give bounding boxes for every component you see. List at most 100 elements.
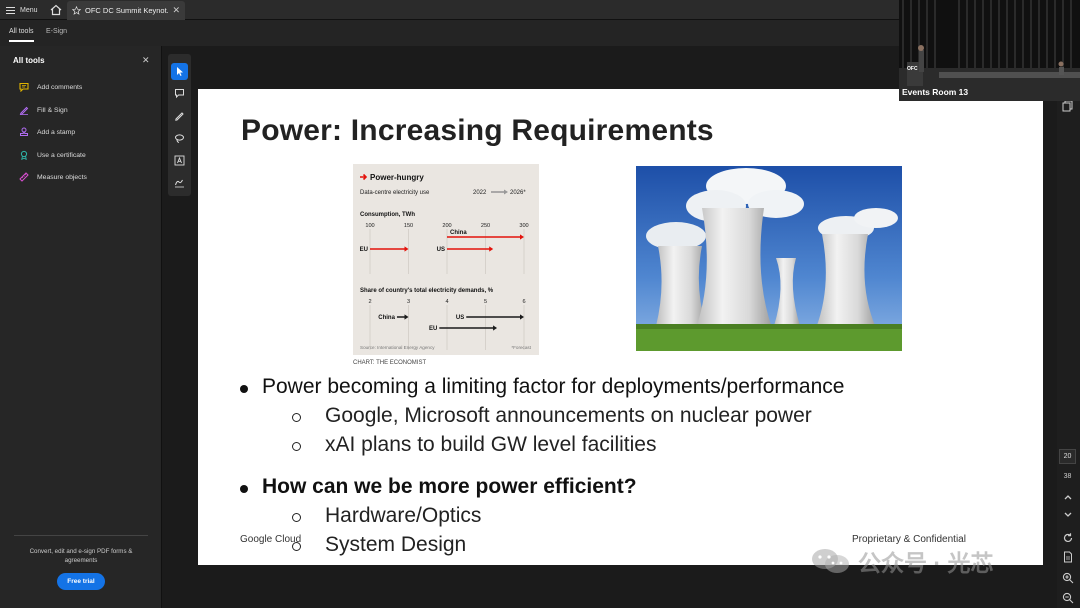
- chart-source: Source: International Energy Agency: [360, 345, 435, 350]
- tick-label: 2: [368, 299, 371, 305]
- tool-use-certificate[interactable]: Use a certificate: [19, 148, 86, 162]
- panel-label: Consumption, TWh: [360, 212, 415, 218]
- tick-label: 100: [365, 223, 374, 229]
- chart-subtitle: Data-centre electricity use: [360, 190, 430, 196]
- bullet-dot: [240, 485, 248, 493]
- tick-label: 3: [407, 299, 410, 305]
- select-tool-button[interactable]: [171, 63, 188, 80]
- bullet-1-text: Power becoming a limiting factor for dep…: [262, 375, 845, 398]
- comment-icon: [19, 82, 29, 92]
- tool-add-stamp[interactable]: Add a stamp: [19, 125, 75, 139]
- tick-label: 200: [442, 223, 451, 229]
- toolbar-strip: [162, 20, 902, 46]
- series-label: China: [378, 315, 395, 321]
- tick-label: 6: [522, 299, 525, 305]
- page-total: 38: [1063, 473, 1072, 480]
- free-trial-button[interactable]: Free trial: [57, 573, 105, 590]
- close-tab-icon[interactable]: ✕: [172, 5, 180, 16]
- sub-bullet-ring: [292, 442, 301, 451]
- all-tools-panel: All tools ✕ Add comments Fill & Sign Add…: [0, 46, 162, 608]
- cursor-icon: [177, 67, 183, 76]
- tick-label: 300: [519, 223, 528, 229]
- chart-title: Power-hungry: [370, 173, 424, 182]
- wechat-icon: [812, 549, 849, 573]
- legend-end: 2026*: [510, 190, 526, 196]
- tab-all-tools[interactable]: All tools: [9, 28, 34, 42]
- panel-label: Share of country's total electricity dem…: [360, 288, 494, 294]
- zoom-out-icon[interactable]: [1062, 592, 1074, 604]
- tick-label: 4: [445, 299, 448, 305]
- comment-tool-button[interactable]: [171, 85, 188, 102]
- room-label: Events Room 13: [902, 87, 969, 97]
- certificate-icon: [20, 150, 28, 160]
- bullet-2-sub-2: System Design: [325, 533, 467, 556]
- zoom-in-icon[interactable]: [1062, 572, 1074, 584]
- legend-start: 2022: [473, 190, 487, 196]
- chevron-up-icon[interactable]: [1062, 491, 1074, 503]
- cooling-towers-photo: [636, 166, 902, 351]
- sub-bullet-ring: [292, 413, 301, 422]
- document-tab[interactable]: OFC DC Summit Keynot... ✕: [67, 1, 185, 20]
- tools-tab-row: All tools E-Sign: [0, 20, 162, 46]
- signature-icon: [175, 179, 184, 188]
- tool-label: Add comments: [37, 83, 83, 91]
- tab-e-sign[interactable]: E-Sign: [46, 28, 67, 35]
- document-edit-icon[interactable]: [1062, 551, 1074, 563]
- slide-title: Power: Increasing Requirements: [241, 114, 714, 147]
- chart-credit: CHART: THE ECONOMIST: [353, 360, 427, 366]
- presentation-slide: Power: Increasing Requirements Power-hun…: [198, 89, 1043, 565]
- tool-measure-objects[interactable]: Measure objects: [19, 170, 87, 184]
- series-label: US: [456, 315, 464, 321]
- text-tool-button[interactable]: [171, 152, 188, 169]
- copy-icon[interactable]: [1062, 100, 1074, 112]
- star-icon[interactable]: [72, 6, 81, 15]
- promo-text: Convert, edit and e-sign PDF forms & agr…: [29, 548, 133, 564]
- right-rail: [1057, 46, 1080, 608]
- tool-label: Add a stamp: [37, 128, 76, 136]
- text-box-icon: [174, 155, 185, 166]
- stage-scene: [899, 0, 1080, 101]
- tool-fill-sign[interactable]: Fill & Sign: [19, 103, 68, 117]
- divider: [14, 535, 148, 536]
- page-number-input[interactable]: 20: [1059, 449, 1076, 464]
- chevron-down-icon[interactable]: [1062, 509, 1074, 521]
- tool-add-comments[interactable]: Add comments: [19, 80, 82, 94]
- tick-label: 250: [481, 223, 490, 229]
- bullet-dot: [240, 385, 248, 393]
- hamburger-icon: [6, 6, 15, 14]
- series-label: EU: [429, 326, 437, 332]
- panel-title: All tools: [13, 56, 45, 65]
- refresh-icon[interactable]: [1062, 532, 1074, 544]
- close-panel-icon[interactable]: ✕: [142, 55, 150, 66]
- bullet-1-sub-1: Google, Microsoft announcements on nucle…: [325, 404, 812, 427]
- sign-tool-button[interactable]: [171, 174, 188, 191]
- bullet-2-text: How can we be more power efficient?: [262, 475, 637, 498]
- lasso-tool-button[interactable]: [171, 130, 188, 147]
- bullet-1-sub-2: xAI plans to build GW level facilities: [325, 433, 657, 456]
- tick-label: 150: [404, 223, 413, 229]
- economist-chart: Power-hungry Data-centre electricity use 2…: [353, 164, 539, 355]
- chart-footnote: *Forecast: [511, 345, 531, 350]
- pencil-icon: [175, 112, 184, 121]
- quick-tools-toolbar: [168, 54, 191, 196]
- tool-label: Measure objects: [37, 173, 87, 181]
- tick-label: 5: [484, 299, 487, 305]
- ruler-icon: [19, 172, 29, 182]
- bullet-2-sub-1: Hardware/Optics: [325, 504, 482, 527]
- menu-button[interactable]: Menu: [6, 3, 38, 17]
- watermark: 公众号 · 光芯: [808, 544, 993, 578]
- series-label: EU: [360, 247, 368, 253]
- menu-label: Menu: [20, 6, 38, 14]
- tool-label: Use a certificate: [37, 151, 86, 159]
- home-button[interactable]: [49, 3, 63, 17]
- watermark-text: 公众号 · 光芯: [858, 550, 994, 576]
- series-label: US: [437, 247, 445, 253]
- tool-label: Fill & Sign: [37, 106, 68, 114]
- speaker-video: OFC Events Room 13: [899, 0, 1080, 101]
- series-label: China: [450, 230, 467, 236]
- pen-sign-icon: [19, 106, 29, 115]
- draw-tool-button[interactable]: [171, 107, 188, 124]
- stamp-icon: [20, 127, 28, 136]
- sub-bullet-ring: [292, 542, 301, 551]
- lasso-icon: [175, 134, 184, 143]
